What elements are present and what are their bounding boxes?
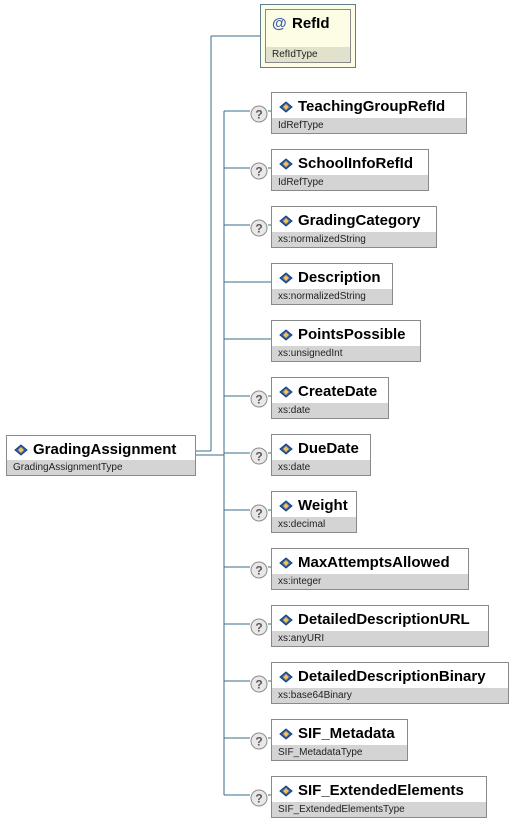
element-title: MaxAttemptsAllowed bbox=[278, 554, 450, 572]
element-teachinggrouprefid[interactable]: TeachingGroupRefId IdRefType bbox=[271, 92, 467, 134]
element-detaileddescriptionurl[interactable]: DetailedDescriptionURL xs:anyURI bbox=[271, 605, 489, 647]
optional-marker-text: ? bbox=[255, 165, 262, 179]
element-name: DueDate bbox=[298, 440, 359, 457]
optional-question-icon: ? bbox=[250, 162, 268, 180]
element-diamond-icon bbox=[279, 329, 293, 341]
element-sif-extendedelements[interactable]: SIF_ExtendedElements SIF_ExtendedElements… bbox=[271, 776, 487, 818]
element-title: DetailedDescriptionURL bbox=[278, 611, 470, 629]
element-type: xs:base64Binary bbox=[272, 688, 508, 703]
element-detaileddescriptionbinary[interactable]: DetailedDescriptionBinary xs:base64Binary bbox=[271, 662, 509, 704]
element-schoolinforefid[interactable]: SchoolInfoRefId IdRefType bbox=[271, 149, 429, 191]
element-type: SIF_MetadataType bbox=[272, 745, 407, 760]
element-title: DetailedDescriptionBinary bbox=[278, 668, 486, 686]
attribute-refid[interactable]: @ RefId RefIdType bbox=[260, 4, 356, 68]
element-type: xs:unsignedInt bbox=[272, 346, 420, 361]
element-createdate[interactable]: CreateDate xs:date bbox=[271, 377, 389, 419]
root-title: GradingAssignment bbox=[13, 441, 176, 459]
optional-question-icon: ? bbox=[250, 732, 268, 750]
element-title: SIF_ExtendedElements bbox=[278, 782, 464, 800]
element-diamond-icon bbox=[14, 444, 28, 456]
element-title: CreateDate bbox=[278, 383, 377, 401]
element-diamond-icon bbox=[279, 215, 293, 227]
optional-marker-text: ? bbox=[255, 621, 262, 635]
attribute-type: RefIdType bbox=[266, 47, 350, 62]
element-title: SIF_Metadata bbox=[278, 725, 395, 743]
element-name: PointsPossible bbox=[298, 326, 406, 343]
optional-question-icon: ? bbox=[250, 219, 268, 237]
attribute-refid-box: @ RefId RefIdType bbox=[265, 9, 351, 63]
element-name: SchoolInfoRefId bbox=[298, 155, 413, 172]
optional-marker-text: ? bbox=[255, 393, 262, 407]
element-diamond-icon bbox=[279, 386, 293, 398]
element-title: GradingCategory bbox=[278, 212, 421, 230]
element-type: xs:integer bbox=[272, 574, 468, 589]
element-diamond-icon bbox=[279, 101, 293, 113]
element-diamond-icon bbox=[279, 272, 293, 284]
attribute-name: RefId bbox=[292, 15, 330, 32]
element-type: xs:normalizedString bbox=[272, 289, 392, 304]
element-name: DetailedDescriptionBinary bbox=[298, 668, 486, 685]
element-type: xs:anyURI bbox=[272, 631, 488, 646]
optional-marker-text: ? bbox=[255, 792, 262, 806]
element-name: DetailedDescriptionURL bbox=[298, 611, 470, 628]
optional-question-icon: ? bbox=[250, 105, 268, 123]
optional-marker-text: ? bbox=[255, 564, 262, 578]
element-type: SIF_ExtendedElementsType bbox=[272, 802, 486, 817]
element-diamond-icon bbox=[279, 557, 293, 569]
element-type: xs:date bbox=[272, 403, 388, 418]
optional-marker-text: ? bbox=[255, 108, 262, 122]
optional-marker-text: ? bbox=[255, 507, 262, 521]
element-gradingcategory[interactable]: GradingCategory xs:normalizedString bbox=[271, 206, 437, 248]
optional-question-icon: ? bbox=[250, 504, 268, 522]
element-name: TeachingGroupRefId bbox=[298, 98, 446, 115]
element-maxattemptsallowed[interactable]: MaxAttemptsAllowed xs:integer bbox=[271, 548, 469, 590]
element-weight[interactable]: Weight xs:decimal bbox=[271, 491, 357, 533]
element-title: Weight bbox=[278, 497, 348, 515]
optional-question-icon: ? bbox=[250, 789, 268, 807]
element-description[interactable]: Description xs:normalizedString bbox=[271, 263, 393, 305]
element-title: DueDate bbox=[278, 440, 359, 458]
element-sif-metadata[interactable]: SIF_Metadata SIF_MetadataType bbox=[271, 719, 408, 761]
element-name: Description bbox=[298, 269, 381, 286]
element-name: CreateDate bbox=[298, 383, 378, 400]
element-title: PointsPossible bbox=[278, 326, 406, 344]
element-name: Weight bbox=[298, 497, 348, 514]
optional-question-icon: ? bbox=[250, 618, 268, 636]
element-diamond-icon bbox=[279, 500, 293, 512]
optional-question-icon: ? bbox=[250, 447, 268, 465]
element-name: SIF_Metadata bbox=[298, 725, 395, 742]
element-duedate[interactable]: DueDate xs:date bbox=[271, 434, 371, 476]
element-diamond-icon bbox=[279, 614, 293, 626]
root-node[interactable]: GradingAssignment GradingAssignmentType bbox=[6, 435, 196, 476]
optional-question-icon: ? bbox=[250, 675, 268, 693]
schema-diagram: @ RefId RefIdType GradingAssignment Gradi… bbox=[0, 0, 532, 823]
element-diamond-icon bbox=[279, 443, 293, 455]
element-diamond-icon bbox=[279, 728, 293, 740]
optional-question-icon: ? bbox=[250, 561, 268, 579]
element-type: xs:decimal bbox=[272, 517, 356, 532]
element-diamond-icon bbox=[279, 671, 293, 683]
element-title: TeachingGroupRefId bbox=[278, 98, 445, 116]
root-type: GradingAssignmentType bbox=[7, 460, 195, 475]
at-sign-icon: @ bbox=[272, 15, 287, 33]
optional-marker-text: ? bbox=[255, 222, 262, 236]
element-type: xs:date bbox=[272, 460, 370, 475]
element-title: Description bbox=[278, 269, 381, 287]
optional-marker-text: ? bbox=[255, 735, 262, 749]
element-pointspossible[interactable]: PointsPossible xs:unsignedInt bbox=[271, 320, 421, 362]
element-name: MaxAttemptsAllowed bbox=[298, 554, 450, 571]
element-type: IdRefType bbox=[272, 118, 466, 133]
element-type: IdRefType bbox=[272, 175, 428, 190]
element-diamond-icon bbox=[279, 785, 293, 797]
element-name: GradingCategory bbox=[298, 212, 421, 229]
optional-marker-text: ? bbox=[255, 450, 262, 464]
element-title: SchoolInfoRefId bbox=[278, 155, 413, 173]
optional-question-icon: ? bbox=[250, 390, 268, 408]
element-diamond-icon bbox=[279, 158, 293, 170]
element-name: SIF_ExtendedElements bbox=[298, 782, 464, 799]
root-name: GradingAssignment bbox=[33, 441, 177, 458]
element-type: xs:normalizedString bbox=[272, 232, 436, 247]
optional-marker-text: ? bbox=[255, 678, 262, 692]
attribute-refid-title: @ RefId bbox=[272, 15, 330, 33]
